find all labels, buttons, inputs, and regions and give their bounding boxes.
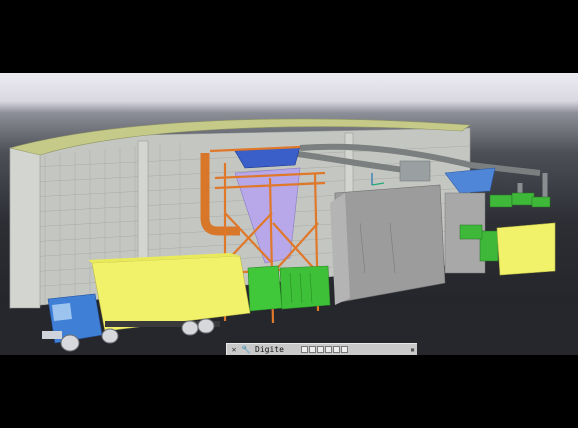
command-button-1[interactable]	[301, 346, 308, 353]
grey-silo	[334, 184, 446, 304]
command-button-4[interactable]	[325, 346, 332, 353]
letterbox-bottom	[0, 355, 578, 428]
resize-grip-icon[interactable]: ▪	[410, 344, 415, 355]
truck-windshield	[52, 303, 72, 321]
cad-3d-viewport[interactable]: ✕ 🔧 Digite ▪	[0, 73, 578, 355]
command-button-5[interactable]	[333, 346, 340, 353]
right-yellow-container	[496, 222, 556, 276]
command-button-6[interactable]	[341, 346, 348, 353]
command-prompt: Digite	[255, 345, 284, 354]
command-input[interactable]	[293, 345, 297, 355]
close-icon[interactable]: ✕	[229, 344, 239, 355]
duct-box	[399, 160, 431, 182]
command-button-3[interactable]	[317, 346, 324, 353]
plant-3d-model	[0, 118, 578, 355]
wrench-icon[interactable]: 🔧	[241, 344, 251, 355]
letterbox-top	[0, 0, 578, 73]
command-line-bar[interactable]: ✕ 🔧 Digite ▪	[226, 343, 417, 355]
command-buttons[interactable]	[301, 346, 349, 354]
truck-bumper	[42, 331, 62, 339]
green-containers	[247, 265, 331, 312]
command-button-2[interactable]	[309, 346, 316, 353]
